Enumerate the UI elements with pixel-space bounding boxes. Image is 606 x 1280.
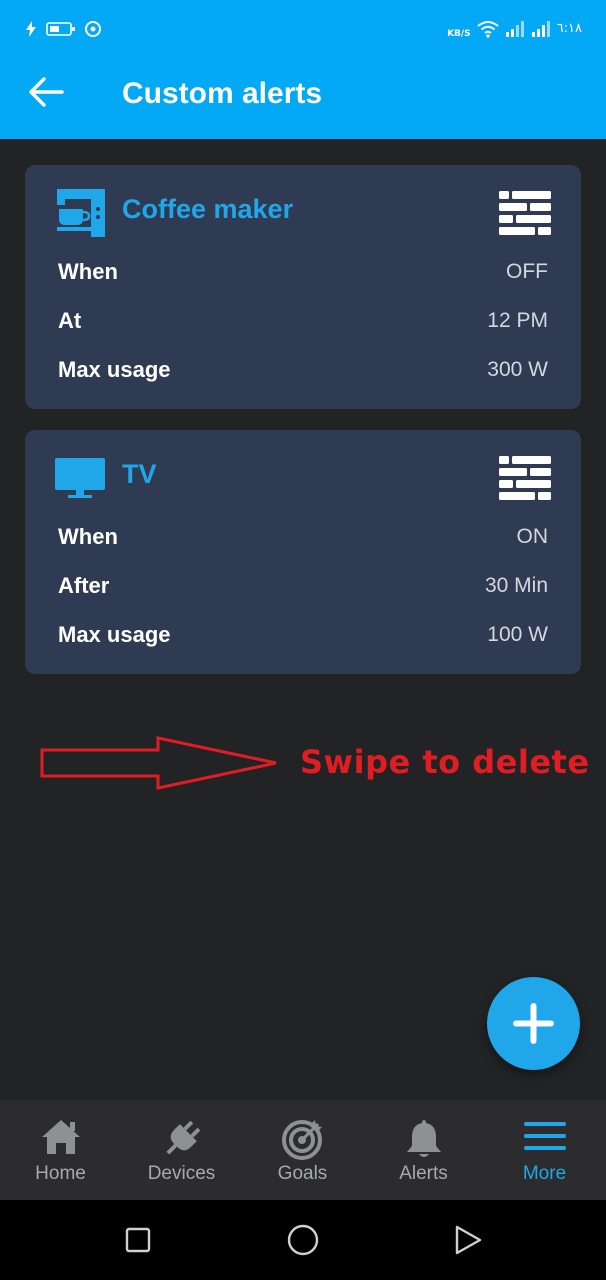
nav-label: More <box>522 1163 567 1184</box>
row-value: 12 PM <box>487 309 548 332</box>
alert-row-when: When OFF <box>58 257 548 287</box>
nav-label: Devices <box>147 1163 216 1184</box>
bell-icon <box>406 1120 441 1157</box>
row-label: After <box>58 573 110 598</box>
alert-row-max-usage: Max usage 300 W <box>58 355 548 385</box>
row-value: 300 W <box>487 358 548 381</box>
row-label: Max usage <box>58 357 171 382</box>
alert-name: Coffee maker <box>122 194 294 224</box>
nav-label: Home <box>35 1163 86 1184</box>
nav-label: Goals <box>277 1163 328 1184</box>
plug-icon <box>165 1121 200 1155</box>
swipe-hint: Swipe to delete <box>300 743 590 781</box>
target-icon <box>281 1120 322 1160</box>
alert-row-when: When ON <box>58 522 548 552</box>
nav-label: Alerts <box>399 1163 448 1184</box>
charging-icon <box>26 21 36 37</box>
row-value: 100 W <box>487 623 548 646</box>
data-saver-icon <box>85 21 101 37</box>
signal-icon <box>505 20 524 37</box>
row-label: Max usage <box>58 622 171 647</box>
tv-icon <box>55 458 105 498</box>
bottom-navigation: Home Devices Goals Alerts More <box>0 1100 606 1200</box>
alert-card-tv[interactable]: TV When ON After 30 Min Max usage 100 W <box>25 430 581 674</box>
brick-wall-icon[interactable] <box>499 456 551 500</box>
status-bar: KB/S ٦:١٨ <box>0 0 606 60</box>
nav-item-home[interactable]: Home <box>0 1100 121 1200</box>
alert-name: TV <box>122 459 157 489</box>
alert-row-at: At 12 PM <box>58 306 548 336</box>
arrow-left-icon[interactable] <box>28 76 64 108</box>
nav-item-goals[interactable]: Goals <box>242 1100 363 1200</box>
menu-icon <box>523 1122 566 1150</box>
row-label: At <box>58 308 82 333</box>
signal-icon-2 <box>531 20 550 37</box>
system-navigation-bar <box>0 1200 606 1280</box>
arrow-right-icon <box>40 736 277 790</box>
alert-card-coffee-maker[interactable]: Coffee maker When OFF At 12 PM Max usage… <box>25 165 581 409</box>
home-circle-icon[interactable] <box>285 1222 321 1258</box>
row-label: When <box>58 524 118 549</box>
clock: ٦:١٨ <box>556 21 582 36</box>
page-title: Custom alerts <box>122 77 323 110</box>
row-label: When <box>58 259 118 284</box>
coffee-maker-icon <box>57 189 105 237</box>
nav-item-alerts[interactable]: Alerts <box>363 1100 484 1200</box>
add-alert-button[interactable] <box>487 977 580 1070</box>
wifi-icon <box>477 20 499 38</box>
row-value: OFF <box>506 260 548 283</box>
battery-icon <box>46 22 75 36</box>
nav-item-devices[interactable]: Devices <box>121 1100 242 1200</box>
row-value: 30 Min <box>484 574 548 597</box>
row-value: ON <box>516 525 549 548</box>
home-icon <box>41 1120 80 1154</box>
app-bar: KB/S ٦:١٨ Custom alerts <box>0 0 606 139</box>
back-triangle-icon[interactable] <box>450 1222 486 1258</box>
nav-item-more[interactable]: More <box>484 1100 605 1200</box>
alert-row-max-usage: Max usage 100 W <box>58 620 548 650</box>
plus-icon <box>513 1003 554 1044</box>
network-speed-unit: KB/S <box>447 29 471 39</box>
recents-icon[interactable] <box>120 1222 156 1258</box>
brick-wall-icon[interactable] <box>499 191 551 235</box>
alert-row-after: After 30 Min <box>58 571 548 601</box>
